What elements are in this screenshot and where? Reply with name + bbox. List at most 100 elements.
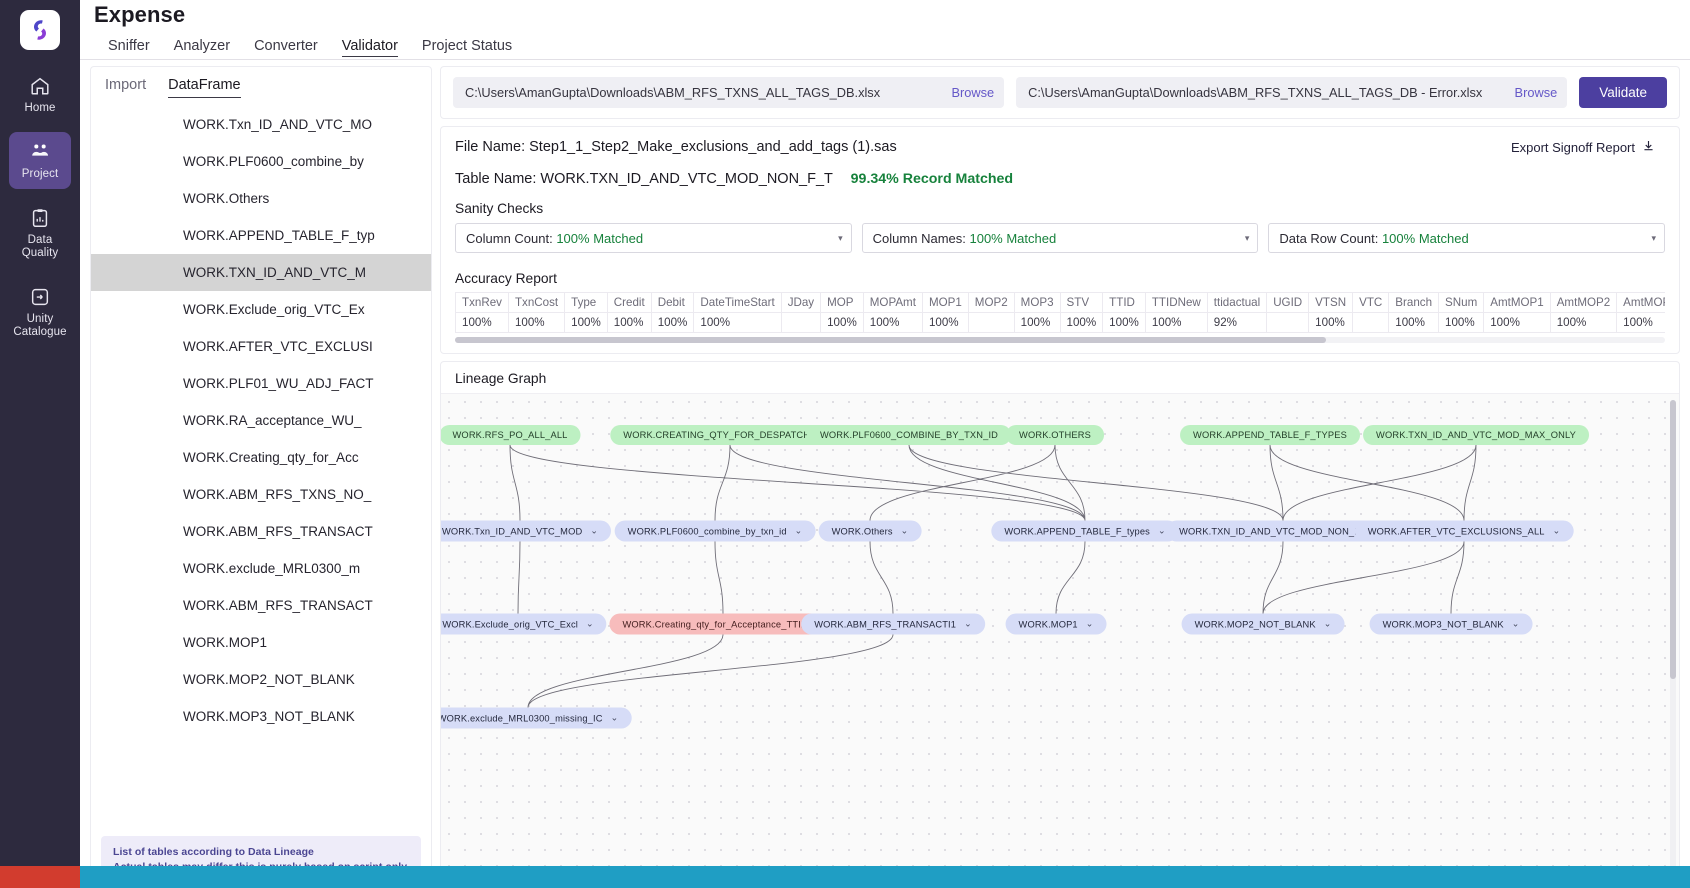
dataframe-list-item[interactable]: WORK.ABM_RFS_TRANSACT [91,587,431,624]
lineage-canvas[interactable]: WORK.RFS_PO_ALL_ALL WORK.CREATING_QTY_FOR… [441,394,1679,887]
dataframe-list-item[interactable]: WORK.MOP1 [91,624,431,661]
lineage-node[interactable]: WORK.Txn_ID_AND_VTC_MOD ⌄ [441,520,612,542]
export-signoff-report-button[interactable]: Export Signoff Report [1511,139,1665,155]
dataframe-list-item[interactable]: WORK.MOP2_NOT_BLANK [91,661,431,698]
accuracy-scrollbar-thumb[interactable] [455,337,1327,344]
dataframe-list-item[interactable]: WORK.AFTER_VTC_EXCLUSI [91,328,431,365]
browse-error-button[interactable]: Browse [1515,85,1558,100]
chevron-down-icon[interactable]: ⌄ [611,713,619,724]
accuracy-horizontal-scrollbar[interactable] [455,337,1665,344]
dataframe-list-item[interactable]: WORK.Creating_qty_for_Acc [91,439,431,476]
dataframe-list-item[interactable]: WORK.PLF01_WU_ADJ_FACT [91,365,431,402]
lineage-node[interactable]: WORK.OTHERS [1006,425,1104,446]
lineage-node[interactable]: WORK.MOP2_NOT_BLANK ⌄ [1181,613,1345,635]
lineage-node[interactable]: WORK.AFTER_VTC_EXCLUSIONS_ALL ⌄ [1354,520,1574,542]
dataframe-list-item[interactable]: WORK.exclude_MRL0300_m [91,550,431,587]
source-file-input[interactable]: C:\Users\AmanGupta\Downloads\ABM_RFS_TXN… [453,77,1005,109]
dataframe-list-item-label: WORK.ABM_RFS_TXNS_NO_ [183,487,372,503]
dataframe-panel: Import DataFrame WORK.Txn_ID_AND_VTC_MO W… [90,66,432,888]
lineage-vertical-scrollbar[interactable] [1670,400,1676,881]
sidebar-item-project[interactable]: Project [9,132,71,189]
dataframe-list-item[interactable]: WORK.MOP3_NOT_BLANK [91,698,431,735]
dataframe-list-item-label: WORK.APPEND_TABLE_F_typ [183,228,375,244]
sidebar-item-data-quality[interactable]: Data Quality [9,198,71,268]
accuracy-column-header: Branch [1388,292,1440,314]
accuracy-report-scroll-area[interactable]: TxnRev TxnCost Type Credit Debit DateTimeStar… [455,292,1665,334]
chevron-down-icon[interactable]: ⌄ [901,526,909,537]
dataframe-table-list[interactable]: WORK.Txn_ID_AND_VTC_MO WORK.PLF0600_combi… [91,98,431,836]
sanity-check-select[interactable]: Data Row Count: 100% Matched ▾ [1268,223,1666,254]
chevron-down-icon[interactable]: ⌄ [1158,526,1166,537]
accuracy-column-header: ttidactual [1206,292,1268,314]
accuracy-value-cell [1352,312,1390,334]
tab-analyzer[interactable]: Analyzer [162,38,242,59]
lineage-node[interactable]: WORK.ABM_RFS_TRANSACTI1 ⌄ [801,613,985,635]
lineage-node[interactable]: WORK.RFS_PO_ALL_ALL [441,425,581,446]
chevron-down-icon[interactable]: ⌄ [586,619,594,630]
chevron-down-icon[interactable]: ⌄ [964,619,972,630]
accuracy-column-header: AmtMOP2 [1549,292,1618,314]
accuracy-column-header: TTIDNew [1144,292,1208,314]
lineage-node[interactable]: WORK.MOP1 ⌄ [1005,613,1107,635]
sanity-check-select[interactable]: Column Count: 100% Matched ▾ [455,223,852,254]
dataframe-list-item[interactable]: WORK.Others [91,180,431,217]
lineage-node[interactable]: WORK.TXN_ID_AND_VTC_MOD_MAX_ONLY [1363,425,1589,446]
tab-sniffer[interactable]: Sniffer [96,38,162,59]
lineage-node[interactable]: WORK.MOP3_NOT_BLANK ⌄ [1369,613,1533,635]
dataframe-list-item[interactable]: WORK.Txn_ID_AND_VTC_MO [91,106,431,143]
accuracy-value-cell: 100% [921,312,969,334]
sidebar-item-home[interactable]: Home [9,66,71,123]
chevron-down-icon[interactable]: ⌄ [590,526,598,537]
catalogue-icon [11,286,69,310]
browse-source-button[interactable]: Browse [951,85,994,100]
chevron-down-icon[interactable]: ▾ [1651,233,1656,244]
lineage-canvas-container[interactable]: WORK.RFS_PO_ALL_ALL WORK.CREATING_QTY_FOR… [441,393,1679,887]
lineage-node[interactable]: WORK.APPEND_TABLE_F_TYPES [1180,425,1360,446]
chevron-down-icon[interactable]: ⌄ [1086,619,1094,630]
lineage-node-label: WORK.MOP1 [1018,619,1078,630]
chevron-down-icon[interactable]: ▾ [838,233,843,244]
accuracy-value-cell [967,312,1015,334]
chevron-down-icon[interactable]: ▾ [1245,233,1250,244]
dataframe-list-item[interactable]: WORK.Exclude_orig_VTC_Ex [91,291,431,328]
sidebar-item-unity-catalogue[interactable]: Unity Catalogue [9,277,71,347]
accuracy-column-header: AmtMOP1 [1483,292,1551,314]
lineage-node[interactable]: WORK.Others ⌄ [818,520,922,542]
sanity-check-value: 100% Matched [1381,230,1469,246]
chevron-down-icon[interactable]: ⌄ [795,526,803,537]
lineage-node[interactable]: WORK.PLF0600_combine_by_txn_id ⌄ [614,520,816,542]
lineage-node[interactable]: WORK.APPEND_TABLE_F_types ⌄ [991,520,1179,542]
lineage-node-label: WORK.MOP3_NOT_BLANK [1382,619,1504,630]
tab-validator[interactable]: Validator [330,38,410,59]
chevron-down-icon[interactable]: ⌄ [1512,619,1520,630]
sanity-check-select[interactable]: Column Names: 100% Matched ▾ [861,223,1259,254]
validate-button[interactable]: Validate [1579,77,1668,109]
dataframe-list-item-label: WORK.exclude_MRL0300_m [183,561,361,577]
content-body: Import DataFrame WORK.Txn_ID_AND_VTC_MO W… [80,60,1690,888]
error-file-input[interactable]: C:\Users\AmanGupta\Downloads\ABM_RFS_TXN… [1016,77,1568,109]
validator-main: C:\Users\AmanGupta\Downloads\ABM_RFS_TXN… [440,66,1680,888]
dataframe-list-item-label: WORK.PLF01_WU_ADJ_FACT [183,376,374,392]
dataframe-list-item[interactable]: WORK.APPEND_TABLE_F_typ [91,217,431,254]
tab-project-status[interactable]: Project Status [410,38,524,59]
dataframe-list-item[interactable]: WORK.RA_acceptance_WU_ [91,402,431,439]
tab-converter[interactable]: Converter [242,38,330,59]
lineage-scrollbar-thumb[interactable] [1670,400,1676,680]
dataframe-list-item[interactable]: WORK.TXN_ID_AND_VTC_M [91,254,431,292]
chevron-down-icon[interactable]: ⌄ [1553,526,1561,537]
tab-import[interactable]: Import [105,77,146,98]
accuracy-column-header: MOP [820,292,864,314]
lineage-node-label: WORK.APPEND_TABLE_F_TYPES [1193,430,1347,441]
dataframe-list-item[interactable]: WORK.ABM_RFS_TXNS_NO_ [91,476,431,513]
dataframe-list-item-label: WORK.TXN_ID_AND_VTC_M [183,265,367,281]
chevron-down-icon[interactable]: ⌄ [1324,619,1332,630]
app-header: Expense [80,0,1690,31]
dataframe-list-item-label: WORK.MOP3_NOT_BLANK [183,709,355,725]
lineage-node[interactable]: WORK.exclude_MRL0300_missing_IC ⌄ [441,707,632,729]
tab-dataframe[interactable]: DataFrame [168,77,241,99]
lineage-node[interactable]: WORK.Exclude_orig_VTC_Excl ⌄ [441,613,607,635]
dataframe-list-item[interactable]: WORK.ABM_RFS_TRANSACT [91,513,431,550]
lineage-node[interactable]: WORK.PLF0600_COMBINE_BY_TXN_ID [806,425,1012,446]
app-root: Home Project Data Quality Unity Catalogu… [0,0,1690,888]
dataframe-list-item[interactable]: WORK.PLF0600_combine_by [91,143,431,180]
